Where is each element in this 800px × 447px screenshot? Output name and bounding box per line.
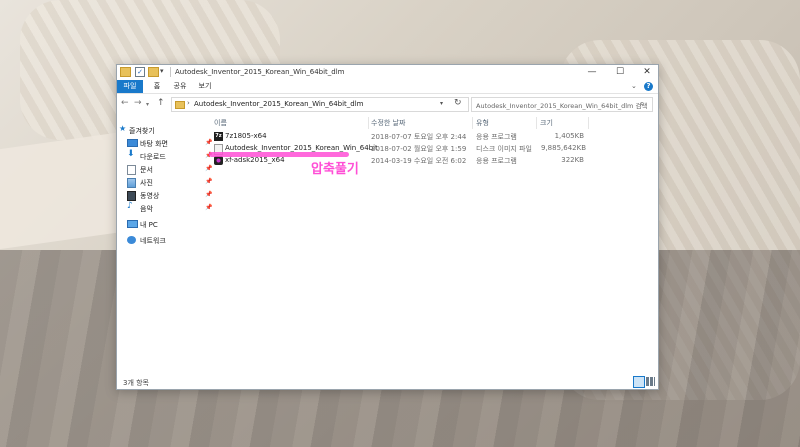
annotation-underline — [209, 152, 349, 157]
nav-label: 동영상 — [140, 192, 160, 200]
desktop-icon — [127, 139, 138, 147]
new-folder-icon[interactable] — [148, 67, 159, 77]
column-divider[interactable] — [536, 117, 537, 129]
nav-label: 내 PC — [140, 221, 158, 229]
item-count: 3개 항목 — [123, 379, 149, 387]
details-view-icon[interactable] — [633, 376, 645, 388]
column-divider[interactable] — [588, 117, 589, 129]
7zip-icon: 7z — [214, 132, 223, 141]
nav-label: 바탕 화면 — [140, 140, 168, 148]
address-bar[interactable]: › Autodesk_Inventor_2015_Korean_Win_64bi… — [171, 97, 469, 112]
file-date: 2018-07-07 토요일 오후 2:44 — [371, 133, 467, 141]
large-icons-view-icon[interactable] — [646, 377, 655, 386]
minimize-button[interactable]: — — [581, 65, 603, 80]
customize-toolbar-icon[interactable]: ▾ — [160, 67, 164, 77]
recent-locations-icon[interactable]: ▾ — [146, 101, 149, 108]
tab-file[interactable]: 파일 — [117, 80, 143, 93]
up-icon[interactable]: ↑ — [157, 98, 165, 108]
file-type: 응용 프로그램 — [476, 157, 517, 165]
ribbon-expand-icon[interactable]: ⌄ — [631, 82, 637, 90]
nav-label: 다운로드 — [140, 153, 166, 161]
background-book — [0, 130, 130, 250]
help-icon[interactable]: ? — [644, 82, 653, 91]
file-row[interactable]: 7z 7z1805-x64 2018-07-07 토요일 오후 2:44 응용 … — [208, 131, 658, 143]
ribbon: 파일 홈 공유 보기 ⌄ ? — [117, 80, 658, 94]
search-placeholder: Autodesk_Inventor_2015_Korean_Win_64bit_… — [476, 102, 648, 110]
nav-label: 네트워크 — [140, 237, 166, 245]
document-icon — [127, 165, 136, 175]
maximize-button[interactable]: ☐ — [609, 65, 631, 80]
breadcrumb-separator: › — [187, 99, 190, 107]
annotation-text: 압축풀기 — [311, 162, 359, 177]
column-divider[interactable] — [472, 117, 473, 129]
file-size: 322KB — [561, 156, 584, 164]
file-name: 7z1805-x64 — [225, 132, 267, 140]
file-type: 응용 프로그램 — [476, 133, 517, 141]
column-header-size[interactable]: 크기 — [540, 118, 553, 128]
tab-home[interactable]: 홈 — [150, 80, 164, 93]
video-icon — [127, 191, 136, 201]
navigation-pane: ★ 즐겨찾기 바탕 화면 📌 ⬇ 다운로드 📌 문서 📌 사진 📌 동영상 📌 — [117, 115, 212, 373]
file-date: 2014-03-19 수요일 오전 6:02 — [371, 157, 467, 165]
nav-label: 음악 — [140, 205, 153, 213]
pictures-icon — [127, 178, 136, 188]
search-input[interactable]: Autodesk_Inventor_2015_Korean_Win_64bit_… — [471, 97, 653, 112]
keygen-app-icon — [214, 156, 223, 165]
explorer-window: ✓ ▾ Autodesk_Inventor_2015_Korean_Win_64… — [116, 64, 659, 390]
computer-icon — [127, 220, 138, 228]
file-size: 9,885,642KB — [541, 144, 587, 152]
properties-icon[interactable]: ✓ — [135, 67, 145, 77]
folder-icon — [175, 101, 185, 109]
search-icon[interactable]: ⌕ — [640, 99, 644, 109]
file-size: 1,405KB — [554, 132, 584, 140]
column-header-date[interactable]: 수정한 날짜 — [371, 118, 405, 128]
column-header-name[interactable]: 이름 — [214, 118, 227, 128]
tab-view[interactable]: 보기 — [197, 80, 213, 93]
refresh-icon[interactable]: ↻ — [454, 98, 462, 108]
forward-icon[interactable]: → — [134, 98, 142, 108]
title-bar: ✓ ▾ Autodesk_Inventor_2015_Korean_Win_64… — [117, 65, 658, 80]
address-row: ← → ▾ ↑ › Autodesk_Inventor_2015_Korean_… — [117, 95, 658, 113]
nav-label: 즐겨찾기 — [129, 127, 155, 135]
breadcrumb-path[interactable]: Autodesk_Inventor_2015_Korean_Win_64bit_… — [194, 100, 364, 108]
close-button[interactable]: ✕ — [636, 65, 658, 80]
tab-share[interactable]: 공유 — [171, 80, 189, 93]
column-divider[interactable] — [368, 117, 369, 129]
back-icon[interactable]: ← — [121, 98, 129, 108]
nav-label: 문서 — [140, 166, 153, 174]
file-type: 디스크 이미지 파일 — [476, 145, 532, 153]
download-icon: ⬇ — [127, 149, 135, 159]
column-header-type[interactable]: 유형 — [476, 118, 489, 128]
title-separator — [170, 67, 171, 77]
chevron-down-icon[interactable]: ▾ — [440, 100, 443, 107]
folder-icon — [120, 67, 131, 77]
nav-label: 사진 — [140, 179, 153, 187]
status-bar: 3개 항목 — [117, 374, 658, 388]
star-icon: ★ — [119, 124, 127, 133]
file-name: Autodesk_Inventor_2015_Korean_Win_64bit — [225, 144, 378, 152]
window-title: Autodesk_Inventor_2015_Korean_Win_64bit_… — [175, 68, 345, 76]
network-icon — [127, 236, 136, 244]
music-icon: ♪ — [127, 201, 133, 211]
file-date: 2018-07-02 월요일 오후 1:59 — [371, 145, 467, 153]
file-name: xf-adsk2015_x64 — [225, 156, 285, 164]
